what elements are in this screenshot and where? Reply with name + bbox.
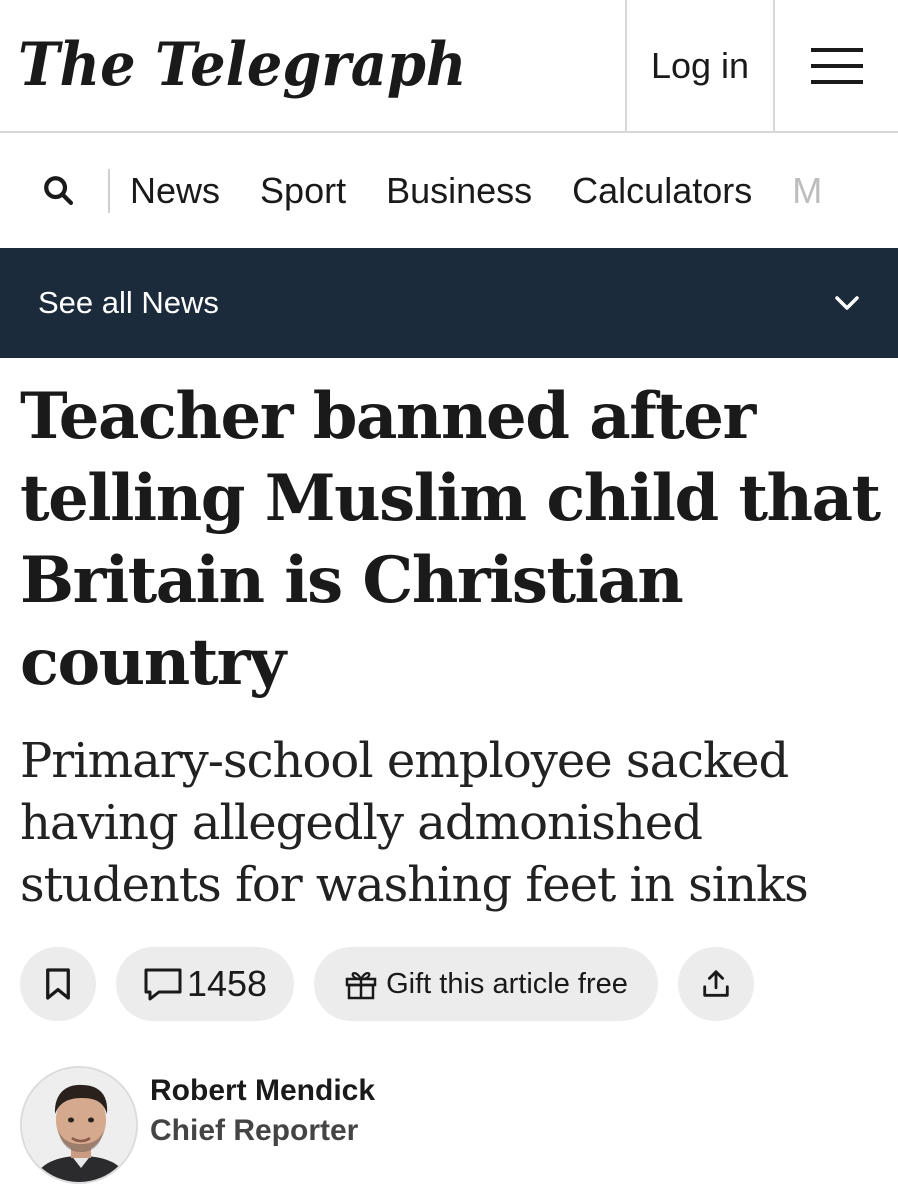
article-standfirst: Primary-school employee sacked having al…	[20, 733, 809, 913]
site-logo[interactable]: The Telegraph	[18, 20, 467, 110]
author-name[interactable]: Robert Mendick	[150, 1071, 375, 1111]
author-photo	[22, 1068, 136, 1182]
gift-icon	[345, 972, 377, 1000]
share-icon	[703, 970, 729, 997]
search-icon	[44, 175, 74, 205]
article-headline: Teacher banned after telling Muslim chil…	[20, 379, 881, 700]
comment-count: 1458	[186, 963, 268, 1004]
site-header: The Telegraph Log in	[0, 0, 898, 133]
see-all-news-bar[interactable]: See all News	[0, 248, 898, 358]
chevron-down-icon	[835, 296, 859, 310]
nav-item-more[interactable]: M	[792, 170, 822, 212]
section-nav: News Sport Business Calculators M	[0, 133, 898, 248]
author-info: Robert Mendick Chief Reporter	[150, 1071, 375, 1151]
bookmark-button[interactable]	[20, 947, 96, 1021]
menu-button[interactable]	[773, 0, 898, 131]
byline: Robert Mendick Chief Reporter	[20, 1066, 375, 1184]
nav-item-business[interactable]: Business	[386, 170, 532, 212]
comments-button[interactable]: 1458	[116, 947, 294, 1021]
gift-article-button[interactable]: Gift this article free	[314, 947, 658, 1021]
author-avatar[interactable]	[20, 1066, 138, 1184]
article-actions: 1458 Gift this article free	[20, 946, 774, 1022]
see-all-news-label: See all News	[38, 285, 219, 320]
share-button[interactable]	[678, 947, 754, 1021]
hamburger-menu-icon	[810, 47, 863, 84]
login-button[interactable]: Log in	[625, 0, 773, 131]
nav-item-news[interactable]: News	[130, 170, 220, 212]
bookmark-icon	[46, 968, 70, 1000]
author-role: Chief Reporter	[150, 1114, 359, 1147]
nav-divider	[108, 168, 110, 213]
gift-article-label: Gift this article free	[386, 967, 628, 1000]
nav-item-calculators[interactable]: Calculators	[572, 170, 752, 212]
nav-item-sport[interactable]: Sport	[260, 170, 346, 212]
comment-icon	[144, 968, 182, 1001]
search-button[interactable]	[30, 162, 88, 220]
